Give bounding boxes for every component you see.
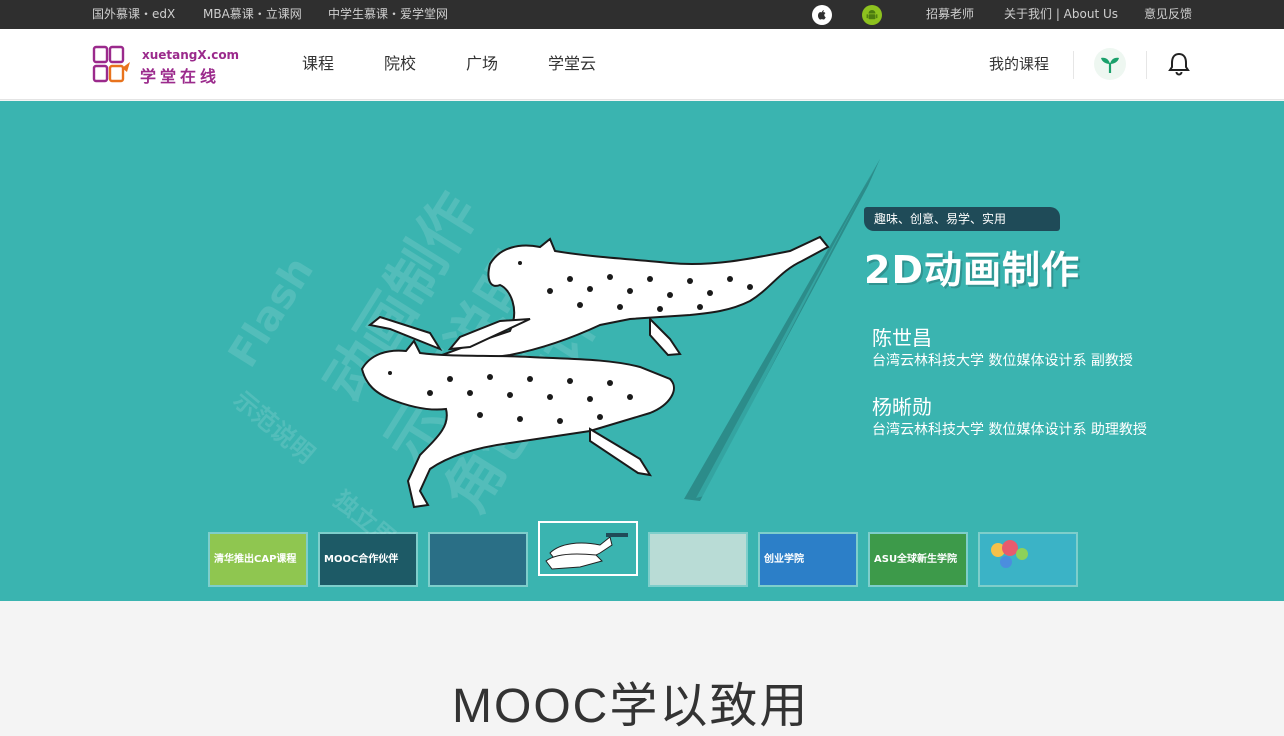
top-bar: 国外慕课・edX MBA慕课・立课网 中学生慕课・爱学堂网 招募老师 关于我们 … [0, 0, 1284, 29]
instructor-name: 杨晰勋 [872, 395, 932, 419]
mba-link[interactable]: MBA慕课・立课网 [203, 0, 302, 29]
xuetangx-logo[interactable]: xuetangX.com 学堂在线 [92, 44, 239, 86]
banner-thumbnail-1[interactable]: MOOC合作伙伴 [318, 532, 418, 587]
avatar-sprout-icon [1101, 57, 1119, 73]
nav-courses[interactable]: 课程 [302, 53, 334, 75]
banner-thumbnail-4[interactable] [648, 532, 748, 587]
nav-xuetang-cloud[interactable]: 学堂云 [548, 53, 596, 75]
instructor-name: 陈世昌 [872, 326, 932, 350]
instructor-desc: 台湾云林科技大学 数位媒体设计系 助理教授 [872, 422, 1147, 438]
ixuetang-link[interactable]: 中学生慕课・爱学堂网 [328, 0, 448, 29]
my-courses-link[interactable]: 我的课程 [989, 53, 1049, 75]
thumbnail-bg [430, 534, 526, 585]
banner-thumbnail-5[interactable]: 创业学院 [758, 532, 858, 587]
instructor-desc: 台湾云林科技大学 数位媒体设计系 副教授 [872, 353, 1133, 369]
recruit-teacher-link[interactable]: 招募老师 [926, 0, 974, 29]
edx-link[interactable]: 国外慕课・edX [92, 0, 175, 29]
banner-thumbnail-2[interactable] [428, 532, 528, 587]
thumbnail-caption: 创业学院 [764, 554, 804, 565]
cheetah-illustration [360, 235, 830, 509]
course-title[interactable]: 2D动画制作 [864, 239, 1080, 294]
feedback-link[interactable]: 意见反馈 [1144, 0, 1192, 29]
banner-thumbnail-0[interactable]: 清华推出CAP课程 [208, 532, 308, 587]
apple-icon[interactable] [812, 5, 832, 25]
nav-divider [1073, 51, 1074, 79]
android-icon[interactable] [862, 5, 882, 25]
banner-thumbnail-7[interactable] [978, 532, 1078, 587]
thumbnail-balloons-art [991, 540, 1028, 568]
bell-icon[interactable] [1167, 51, 1191, 77]
logo-text-en: xuetangX.com [142, 48, 240, 62]
nav-schools[interactable]: 院校 [384, 53, 416, 75]
thumbnail-caption: 清华推出CAP课程 [214, 554, 297, 565]
user-avatar[interactable] [1094, 48, 1126, 80]
banner-thumbnail-strip: 清华推出CAP课程 MOOC合作伙伴 创业学院 ASU全球新生学院 [0, 521, 1284, 589]
hero-banner[interactable]: Flash 动画制作 示范说明 示范说明 独立思考 角色设计 [0, 101, 1284, 601]
section-title: MOOC学以致用 [452, 680, 810, 733]
nav-divider [1146, 51, 1147, 79]
thumbnail-caption: MOOC合作伙伴 [324, 554, 399, 565]
main-nav: xuetangX.com 学堂在线 课程 院校 广场 学堂云 我的课程 [0, 29, 1284, 100]
course-tagline: 趣味、创意、易学、实用 [864, 207, 1060, 231]
logo-text-cn: 学堂在线 [140, 67, 221, 86]
thumbnail-cheetah-art [545, 533, 628, 570]
banner-thumbnail-3[interactable] [538, 521, 638, 576]
thumbnail-bg [650, 534, 746, 585]
nav-plaza[interactable]: 广场 [466, 53, 498, 75]
banner-thumbnail-6[interactable]: ASU全球新生学院 [868, 532, 968, 587]
about-us-link[interactable]: 关于我们 | About Us [1004, 0, 1118, 29]
thumbnail-caption: ASU全球新生学院 [874, 554, 958, 565]
